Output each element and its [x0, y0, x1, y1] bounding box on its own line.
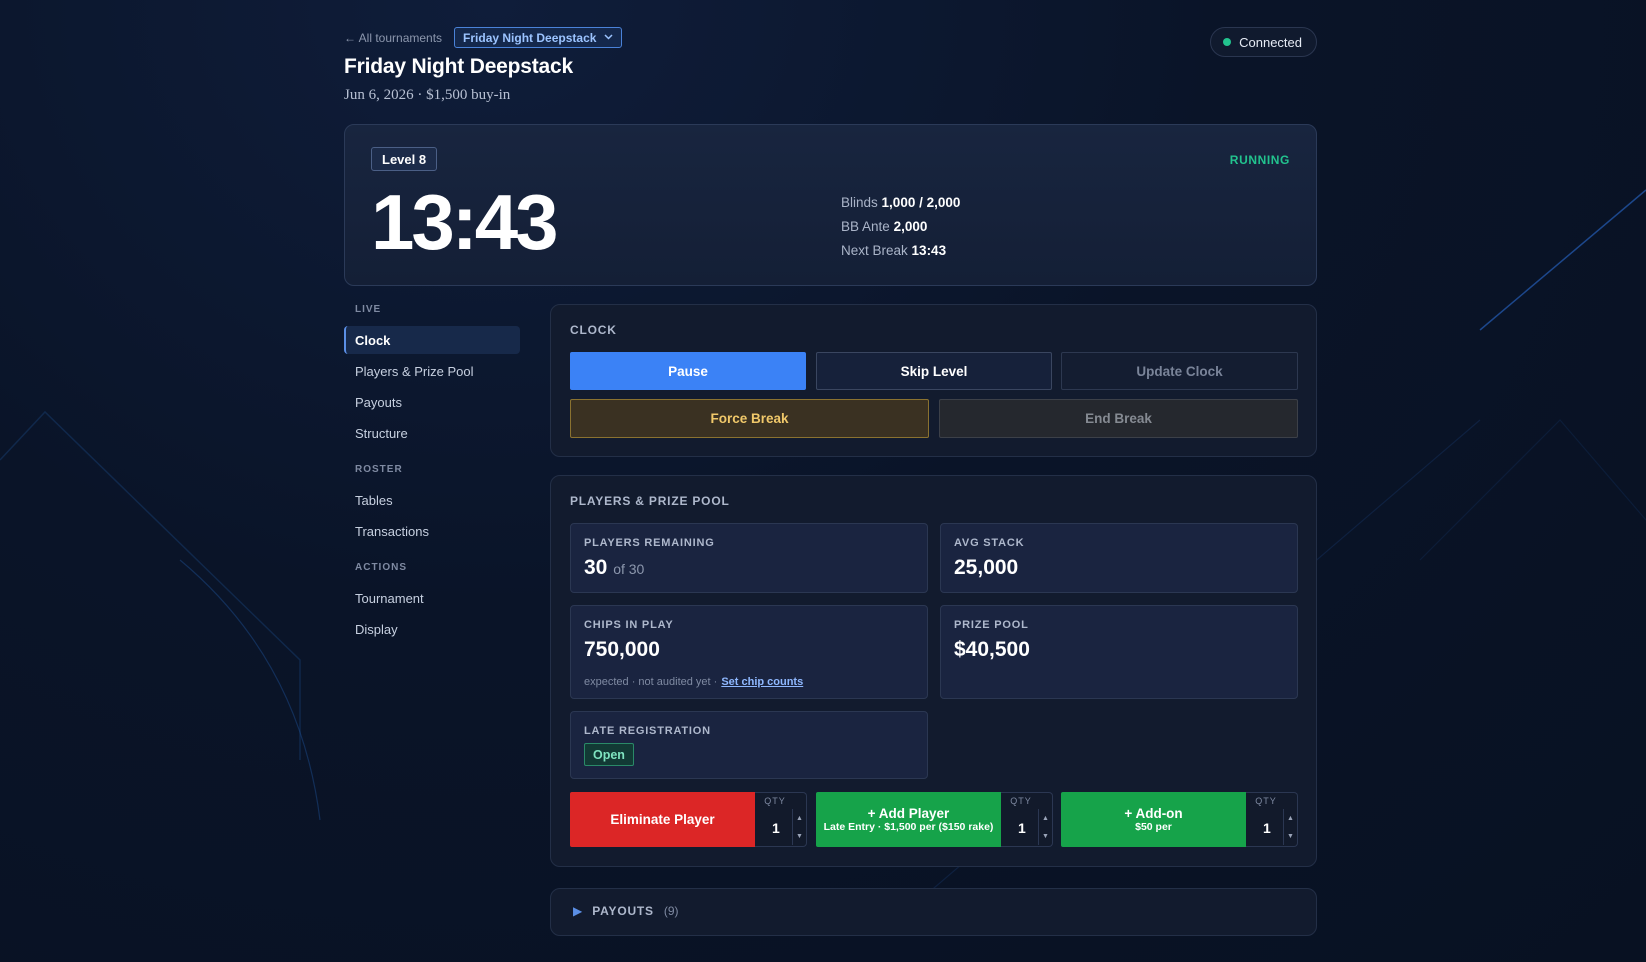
chips-note: expected · not audited yet · Set chip cou…	[584, 676, 803, 688]
next-break-value: 13:43	[911, 243, 947, 258]
page-title: Friday Night Deepstack	[344, 55, 573, 78]
clock-time: 13:43	[371, 178, 558, 266]
stat-label: PRIZE POOL	[954, 619, 1029, 631]
ante-label: BB Ante	[841, 219, 890, 234]
tournament-select-value: Friday Night Deepstack	[463, 30, 597, 45]
ante-value: 2,000	[893, 219, 928, 234]
players-remaining-value: 30 of 30	[584, 556, 644, 580]
chips-note-text: expected · not audited yet ·	[584, 676, 718, 688]
players-remaining-count: 30	[584, 556, 608, 579]
ante-row: BB Ante 2,000	[841, 215, 960, 239]
clock-panel-title: CLOCK	[570, 323, 617, 337]
payouts-panel[interactable]: ▶ PAYOUTS (9)	[550, 888, 1317, 936]
sidebar-item-payouts[interactable]: Payouts	[344, 388, 520, 416]
set-chip-counts-link[interactable]: Set chip counts	[721, 676, 803, 688]
players-panel-title: PLAYERS & PRIZE POOL	[570, 494, 730, 508]
stat-label: CHIPS IN PLAY	[584, 619, 674, 631]
pause-button[interactable]: Pause	[570, 352, 806, 390]
blinds-row: Blinds 1,000 / 2,000	[841, 191, 960, 215]
sidebar-item-clock[interactable]: Clock	[344, 326, 520, 354]
sidebar: LIVE Clock Players & Prize Pool Payouts …	[344, 304, 520, 646]
clock-panel: CLOCK Pause Skip Level Update Clock Forc…	[550, 304, 1317, 457]
add-player-sublabel: Late Entry · $1,500 per ($150 rake)	[823, 821, 994, 833]
addon-qty-stepper[interactable]: QTY 1 ▲ ▼	[1246, 792, 1298, 847]
stat-label: LATE REGISTRATION	[584, 725, 711, 737]
add-player-qty-stepper[interactable]: QTY 1 ▲ ▼	[1001, 792, 1053, 847]
qty-value[interactable]: 1	[1018, 820, 1026, 836]
tournament-select[interactable]: Friday Night Deepstack	[454, 27, 623, 48]
sidebar-item-structure[interactable]: Structure	[344, 419, 520, 447]
increment-icon[interactable]: ▲	[792, 809, 806, 827]
eliminate-player-group: Eliminate Player QTY 1 ▲ ▼	[570, 792, 807, 847]
status-badge: RUNNING	[1229, 153, 1290, 167]
add-player-label: + Add Player	[867, 806, 950, 821]
payouts-count: (9)	[663, 904, 679, 918]
add-player-button[interactable]: + Add Player Late Entry · $1,500 per ($1…	[816, 792, 1001, 847]
nav-section-live: LIVE	[355, 304, 382, 315]
prize-pool-card: PRIZE POOL $40,500	[940, 605, 1298, 699]
page-subtitle: Jun 6, 2026 · $1,500 buy-in	[344, 87, 511, 103]
decrement-icon[interactable]: ▼	[1038, 827, 1052, 845]
blinds-label: Blinds	[841, 195, 878, 210]
add-on-label: + Add-on	[1124, 806, 1183, 821]
qty-value[interactable]: 1	[1263, 820, 1271, 836]
skip-level-button[interactable]: Skip Level	[816, 352, 1052, 390]
update-clock-button[interactable]: Update Clock	[1061, 352, 1298, 390]
payouts-toggle[interactable]: ▶ PAYOUTS (9)	[573, 904, 679, 918]
next-break-label: Next Break	[841, 243, 908, 258]
players-prize-pool-panel: PLAYERS & PRIZE POOL PLAYERS REMAINING 3…	[550, 475, 1317, 867]
end-break-button[interactable]: End Break	[939, 399, 1298, 438]
increment-icon[interactable]: ▲	[1283, 809, 1297, 827]
eliminate-player-button[interactable]: Eliminate Player	[570, 792, 755, 847]
connection-label: Connected	[1239, 34, 1302, 50]
players-remaining-card: PLAYERS REMAINING 30 of 30	[570, 523, 928, 593]
players-total: of 30	[613, 561, 645, 577]
stat-label: AVG STACK	[954, 537, 1025, 549]
blind-info: Blinds 1,000 / 2,000 BB Ante 2,000 Next …	[841, 191, 960, 263]
sidebar-item-tables[interactable]: Tables	[344, 486, 520, 514]
addon-group: + Add-on $50 per QTY 1 ▲ ▼	[1061, 792, 1298, 847]
back-to-tournaments-link[interactable]: ← All tournaments	[344, 31, 442, 45]
sidebar-item-transactions[interactable]: Transactions	[344, 517, 520, 545]
add-on-sublabel: $50 per	[1135, 821, 1172, 833]
add-on-button[interactable]: + Add-on $50 per	[1061, 792, 1246, 847]
avg-stack-value: 25,000	[954, 556, 1019, 579]
status-dot-icon	[1223, 38, 1232, 46]
eliminate-qty-stepper[interactable]: QTY 1 ▲ ▼	[755, 792, 807, 847]
stat-label: PLAYERS REMAINING	[584, 537, 715, 549]
decrement-icon[interactable]: ▼	[1283, 827, 1297, 845]
qty-value[interactable]: 1	[772, 820, 780, 836]
chevron-down-icon	[604, 32, 613, 43]
nav-section-actions: ACTIONS	[355, 562, 407, 573]
top-bar: ← All tournaments Friday Night Deepstack	[344, 27, 623, 48]
sidebar-item-players-prize-pool[interactable]: Players & Prize Pool	[344, 357, 520, 385]
chips-in-play-card: CHIPS IN PLAY 750,000 expected · not aud…	[570, 605, 928, 699]
eliminate-player-label: Eliminate Player	[610, 812, 715, 827]
avg-stack-card: AVG STACK 25,000	[940, 523, 1298, 593]
sidebar-item-tournament[interactable]: Tournament	[344, 584, 520, 612]
add-player-group: + Add Player Late Entry · $1,500 per ($1…	[816, 792, 1053, 847]
blinds-value: 1,000 / 2,000	[881, 195, 961, 210]
qty-label: QTY	[1255, 796, 1277, 806]
level-badge: Level 8	[371, 147, 438, 171]
force-break-button[interactable]: Force Break	[570, 399, 929, 438]
clock-card: Level 8 RUNNING 13:43 Blinds 1,000 / 2,0…	[344, 124, 1317, 286]
increment-icon[interactable]: ▲	[1038, 809, 1052, 827]
payouts-title: PAYOUTS	[592, 904, 654, 918]
qty-label: QTY	[1010, 796, 1032, 806]
qty-label: QTY	[764, 796, 786, 806]
next-break-row: Next Break 13:43	[841, 239, 960, 263]
nav-section-roster: ROSTER	[355, 464, 403, 475]
connection-status: Connected	[1210, 27, 1317, 57]
prize-pool-value: $40,500	[954, 638, 1030, 661]
late-registration-status-badge: Open	[584, 743, 634, 766]
late-registration-card: LATE REGISTRATION Open	[570, 711, 928, 779]
decrement-icon[interactable]: ▼	[792, 827, 806, 845]
chips-in-play-value: 750,000	[584, 638, 660, 661]
sidebar-item-display[interactable]: Display	[344, 615, 520, 643]
caret-right-icon: ▶	[573, 904, 583, 918]
